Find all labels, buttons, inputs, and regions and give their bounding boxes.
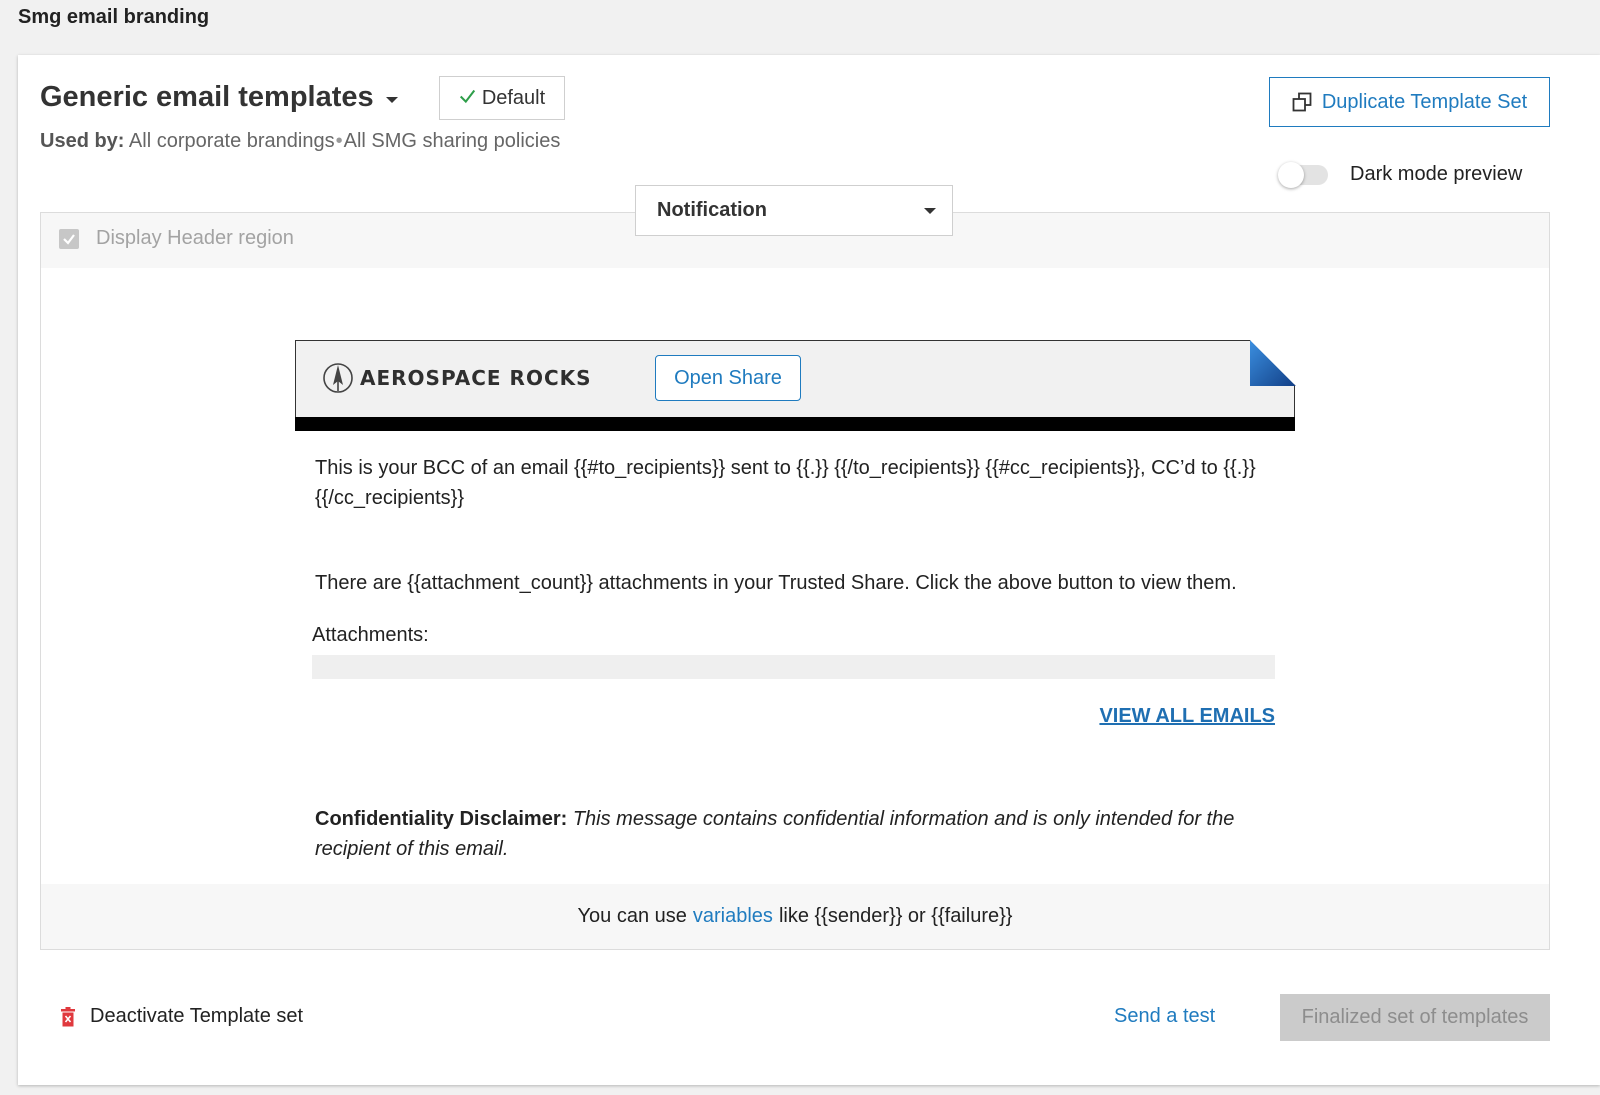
template-type-select[interactable]: Notification	[635, 185, 953, 236]
used-by-separator: •	[335, 130, 343, 152]
caret-down-icon	[924, 207, 936, 214]
dark-mode-toggle[interactable]	[1278, 161, 1328, 188]
check-icon	[459, 89, 475, 103]
used-by-item: All SMG sharing policies	[343, 130, 561, 152]
toggle-knob	[1278, 161, 1304, 188]
caret-down-icon[interactable]	[385, 96, 398, 103]
confidentiality-disclaimer[interactable]: Confidentiality Disclaimer: This message…	[315, 804, 1280, 864]
page-corner-icon	[1250, 340, 1296, 386]
disclaimer-label: Confidentiality Disclaimer:	[315, 808, 568, 830]
display-header-region-option[interactable]: Display Header region	[59, 227, 294, 250]
dark-mode-preview-row: Dark mode preview	[1278, 161, 1523, 188]
template-set-title-dropdown[interactable]: Generic email templates	[40, 81, 398, 114]
used-by-item: All corporate brandings	[128, 130, 335, 152]
template-set-name[interactable]: Generic email templates	[40, 81, 374, 114]
template-set-card: Generic email templates Default Used by:…	[18, 55, 1600, 1085]
brand-logo-text: AEROSPACE ROCKS	[360, 366, 592, 390]
email-preview-header[interactable]: AEROSPACE ROCKS Open Share	[295, 340, 1296, 431]
default-badge: Default	[439, 76, 565, 120]
variables-hint: You can use variables like {{sender}} or…	[41, 884, 1549, 949]
bcc-paragraph[interactable]: This is your BCC of an email {{#to_recip…	[315, 453, 1285, 513]
trash-icon	[61, 1006, 75, 1026]
deactivate-template-set-button[interactable]: Deactivate Template set	[60, 1005, 303, 1028]
open-share-button[interactable]: Open Share	[655, 355, 801, 401]
template-editor: Display Header region AEROSPACE ROCKS Op…	[40, 212, 1550, 950]
used-by-info: Used by: All corporate brandings•All SMG…	[40, 130, 560, 153]
variables-hint-prefix: You can use	[577, 905, 687, 927]
duplicate-template-set-button[interactable]: Duplicate Template Set	[1269, 77, 1550, 127]
finalize-templates-button[interactable]: Finalized set of templates	[1280, 994, 1550, 1041]
attachments-paragraph[interactable]: There are {{attachment_count}} attachmen…	[315, 568, 1290, 598]
rocket-logo-icon	[323, 363, 353, 393]
header-region-checkbox[interactable]	[59, 228, 79, 249]
duplicate-icon	[1292, 92, 1312, 112]
attachments-list	[312, 655, 1275, 679]
template-type-value: Notification	[657, 199, 767, 221]
dark-mode-label: Dark mode preview	[1350, 163, 1523, 185]
send-test-link[interactable]: Send a test	[1114, 1005, 1215, 1028]
variables-link[interactable]: variables	[693, 905, 773, 928]
duplicate-button-label: Duplicate Template Set	[1321, 90, 1528, 113]
page-title: Smg email branding	[18, 6, 210, 28]
deactivate-label: Deactivate Template set	[90, 1005, 304, 1027]
attachments-label: Attachments:	[312, 624, 429, 646]
brand-logo: AEROSPACE ROCKS	[322, 361, 592, 395]
view-all-emails-link[interactable]: VIEW ALL EMAILS	[1099, 701, 1275, 731]
variables-hint-suffix: like {{sender}} or {{failure}}	[778, 905, 1013, 927]
used-by-label: Used by:	[40, 130, 125, 152]
default-badge-label: Default	[481, 86, 546, 109]
checkmark-icon	[63, 233, 75, 245]
header-region-label: Display Header region	[96, 227, 294, 249]
header-divider-bar	[295, 417, 1295, 431]
